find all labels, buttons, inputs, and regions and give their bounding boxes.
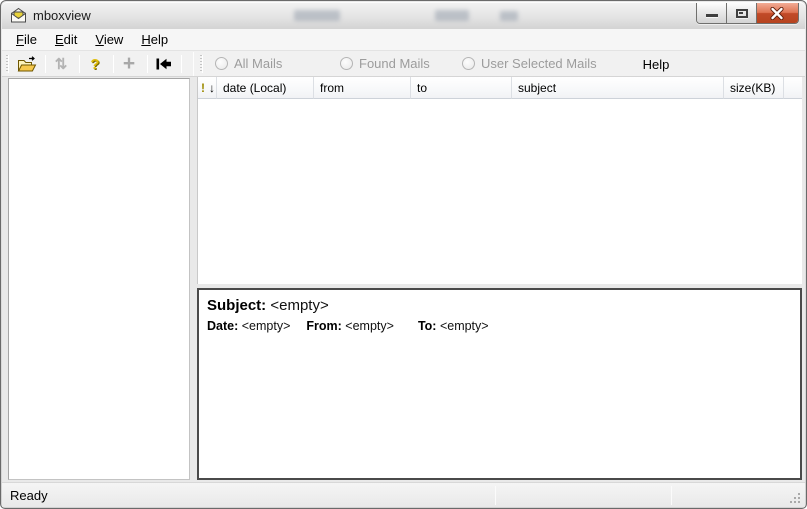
radio-icon — [462, 57, 475, 70]
help-button[interactable]: ? — [82, 52, 108, 76]
vertical-splitter[interactable] — [190, 77, 197, 284]
envelope-app-icon — [10, 7, 27, 24]
close-button[interactable] — [757, 3, 798, 23]
radio-label: Found Mails — [359, 56, 430, 71]
toolbar-separator — [113, 55, 114, 73]
status-text: Ready — [10, 488, 48, 503]
maximize-icon — [736, 9, 748, 18]
preview-subject-line: Subject: <empty> — [207, 295, 792, 316]
status-pane-divider — [495, 486, 496, 505]
radio-label: User Selected Mails — [481, 56, 597, 71]
menu-item-edit[interactable]: Edit — [46, 29, 86, 51]
refresh-icon: ⇅ — [55, 55, 68, 73]
radio-icon — [340, 57, 353, 70]
toolbar-separator — [79, 55, 80, 73]
app-window: mboxview File Edit View Help — [0, 0, 807, 509]
preview-meta-line: Date: <empty>From: <empty>To: <empty> — [207, 318, 792, 335]
mail-list-header: ! ↓ date (Local) from to subject size(KB… — [198, 77, 802, 99]
menu-item-file[interactable]: File — [7, 29, 46, 51]
help-question-icon: ? — [90, 56, 99, 73]
menu-bar: File Edit View Help — [2, 29, 805, 51]
toolbar-band-separator — [193, 52, 194, 76]
column-header-subject[interactable]: subject — [512, 77, 724, 99]
go-to-start-icon — [155, 57, 172, 71]
radio-user-selected-mails[interactable]: User Selected Mails — [462, 56, 597, 71]
to-value: <empty> — [440, 319, 489, 333]
minimize-icon — [706, 14, 718, 17]
mail-list-body[interactable] — [198, 99, 802, 284]
from-label: From: — [306, 319, 341, 333]
open-mbox-folder-button[interactable] — [14, 52, 40, 76]
resize-grip[interactable] — [788, 491, 801, 504]
column-header-to[interactable]: to — [411, 77, 512, 99]
close-icon — [770, 7, 784, 20]
open-folder-icon — [17, 56, 37, 73]
column-header-from[interactable]: from — [314, 77, 411, 99]
menu-item-help[interactable]: Help — [132, 29, 177, 51]
toolbar: ⇅ ? + All Mails Found Mails — [2, 51, 805, 77]
menu-item-view[interactable]: View — [86, 29, 132, 51]
add-button[interactable]: + — [116, 52, 142, 76]
window-title: mboxview — [33, 8, 91, 23]
window-controls — [696, 3, 799, 24]
toolbar-separator — [147, 55, 148, 73]
from-value: <empty> — [345, 319, 394, 333]
radio-found-mails[interactable]: Found Mails — [340, 56, 430, 71]
subject-label: Subject: — [207, 297, 266, 314]
watermark-smudge — [500, 11, 518, 21]
refresh-button[interactable]: ⇅ — [48, 52, 74, 76]
date-label: Date: — [207, 319, 238, 333]
mail-list-panel: ! ↓ date (Local) from to subject size(KB… — [197, 77, 802, 284]
toolbar-separator — [45, 55, 46, 73]
go-to-start-button[interactable] — [150, 52, 176, 76]
message-preview-pane: Subject: <empty> Date: <empty> From: <emp… — [197, 288, 802, 480]
to-label: To: — [418, 319, 437, 333]
minimize-button[interactable] — [697, 3, 727, 23]
status-bar: Ready — [2, 482, 805, 507]
subject-value: <empty> — [270, 297, 328, 314]
maximize-button[interactable] — [727, 3, 757, 23]
toolbar-gripper[interactable] — [6, 55, 9, 73]
toolbar-help-label[interactable]: Help — [636, 57, 676, 72]
plus-icon: + — [123, 55, 135, 73]
radio-label: All Mails — [234, 56, 282, 71]
column-header-date[interactable]: date (Local) — [217, 77, 314, 99]
column-header-filler — [784, 77, 802, 99]
sort-arrow-icon: ↓ — [209, 81, 215, 95]
watermark-smudge — [294, 10, 340, 21]
toolbar-gripper[interactable] — [200, 55, 203, 73]
radio-all-mails[interactable]: All Mails — [215, 56, 282, 71]
workspace: ! ↓ date (Local) from to subject size(KB… — [2, 77, 805, 482]
toolbar-separator — [181, 55, 182, 73]
watermark-smudge — [435, 10, 469, 21]
date-value: <empty> — [242, 319, 291, 333]
status-pane-divider — [671, 486, 672, 505]
title-bar[interactable]: mboxview — [2, 2, 805, 29]
column-header-size[interactable]: size(KB) — [724, 77, 784, 99]
radio-icon — [215, 57, 228, 70]
column-header-flag[interactable]: ! ↓ — [198, 77, 217, 99]
folder-tree-view[interactable] — [8, 78, 190, 480]
exclaim-icon: ! — [201, 81, 205, 95]
